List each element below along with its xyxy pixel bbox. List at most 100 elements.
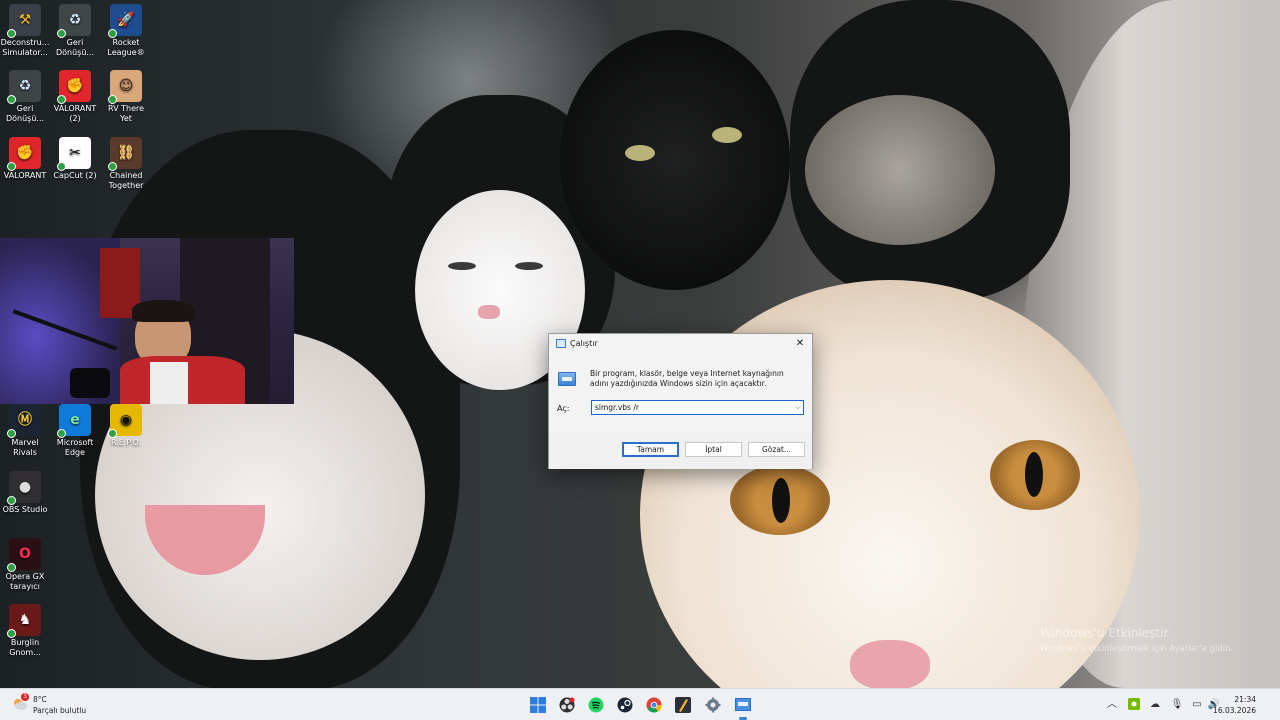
sync-status-icon [7,429,16,438]
weather-temperature: 8°C [33,695,47,704]
settings-icon [705,697,721,713]
clock-time: 21:34 [1234,695,1256,704]
sync-status-icon [7,29,16,38]
desktop-icon-label: RV There Yet [107,104,145,123]
start-button[interactable] [528,695,548,715]
activation-title: Windows'u Etkinleştir [1040,626,1169,640]
sync-status-icon [57,162,66,171]
desktop-icon-chained-together[interactable]: ⛓ Chained Together [101,137,151,191]
steam-icon [617,697,633,713]
desktop-icon-label: Burglin Gnom... [9,638,41,657]
capcut-icon: ✂ [57,137,91,171]
desktop-icon-label: Marvel Rivals [11,438,39,457]
desktop-icon-burglin-gnomes[interactable]: ♞ Burglin Gnom... [0,604,50,658]
ok-button[interactable]: Tamam [622,442,679,457]
marvel-rivals-icon: Ⓜ [7,404,41,438]
desktop-icon-label: VALORANT (2) [53,104,97,123]
run-dialog-title: Çalıştır [570,339,598,348]
network-icon[interactable]: ▭ [1190,698,1204,712]
desktop-icon-recycle-bin[interactable]: ♻ Geri Dönüşü... [50,4,100,58]
desktop-icon-label: Chained Together [108,171,144,190]
desktop-icon-deconstruction-simulator[interactable]: ⚒ Deconstru... Simulator... [0,4,50,58]
sync-status-icon [7,496,16,505]
opera-gx-icon: O [7,538,41,572]
recycle-bin-icon: ♻ [57,4,91,38]
taskbar-run-button[interactable] [733,695,753,720]
desktop-icon-label: VALORANT [3,171,47,180]
desktop-icon-valorant[interactable]: ✊ VALORANT [0,137,50,181]
valorant-icon: ✊ [57,70,91,104]
run-dialog-description: Bir program, klasör, belge veya Internet… [590,369,784,388]
deconstruction-simulator-icon: ⚒ [7,4,41,38]
burglin-gnomes-icon: ♞ [7,604,41,638]
recycle-bin-icon: ♻ [7,70,41,104]
taskbar-steam-button[interactable] [615,695,635,715]
desktop[interactable]: ⚒ Deconstru... Simulator... ♻ Geri Dönüşü..… [0,0,1280,688]
desktop-icon-capcut[interactable]: ✂ CapCut (2) [50,137,100,181]
desktop-icon-label: Geri Dönüşü... [55,38,95,57]
desktop-icon-rocket-league[interactable]: 🚀 Rocket League® [101,4,151,58]
cloud-icon[interactable]: ☁ [1148,698,1162,712]
desktop-icon-label: Opera GX tarayıcı [5,572,45,591]
sync-status-icon [108,429,117,438]
desktop-icon-marvel-rivals[interactable]: Ⓜ Marvel Rivals [0,404,50,458]
sync-status-icon [7,95,16,104]
sync-status-icon [57,95,66,104]
microphone-icon[interactable]: 🎙 [1170,698,1184,712]
taskbar-chrome-button[interactable] [644,695,664,715]
desktop-icon-valorant[interactable]: ✊ VALORANT (2) [50,70,100,124]
desktop-icon-label: R.E.P.O. [110,438,142,447]
run-dialog: Çalıştır ✕ Bir program, klasör, belge ve… [548,333,813,469]
deconstruction-simulator-icon [675,697,691,713]
sync-status-icon [108,95,117,104]
desktop-icon-obs[interactable]: ● OBS Studio [0,471,50,515]
run-command-input[interactable] [591,400,804,415]
activation-watermark: Windows'u Etkinleştir Windows'u etkinleş… [1040,626,1233,654]
desktop-icon-rv-there-yet[interactable]: ☺ RV There Yet [101,70,151,124]
taskbar: 3 8°C Parçalı bulutlu ︿ ☁ 🎙 ▭ 🔊 21:34 16… [0,688,1280,720]
desktop-icon-label: Geri Dönüşü... [5,104,45,123]
sync-status-icon [57,29,66,38]
obs-icon [559,697,575,713]
sync-status-icon [108,29,117,38]
rv-there-yet-icon: ☺ [108,70,142,104]
desktop-icon-label: OBS Studio [2,505,48,514]
desktop-icon-edge[interactable]: e Microsoft Edge [50,404,100,458]
desktop-icon-repo[interactable]: ◉ R.E.P.O. [101,404,151,448]
close-button[interactable]: ✕ [792,336,808,352]
desktop-icon-label: CapCut (2) [53,171,97,180]
chevron-up-icon[interactable]: ︿ [1105,698,1119,712]
webcam-overlay [0,238,294,404]
run-icon [556,339,566,348]
desktop-icon-recycle-bin[interactable]: ♻ Geri Dönüşü... [0,70,50,124]
chevron-down-icon[interactable]: ⌵ [793,401,803,414]
run-dialog-titlebar[interactable]: Çalıştır ✕ [549,334,812,354]
run-icon [735,698,751,711]
run-program-icon [558,372,576,386]
desktop-icon-label: Rocket League® [107,38,145,57]
taskbar-settings-button[interactable] [703,695,723,715]
taskbar-deconstruction-simulator-button[interactable] [673,695,693,715]
sync-status-icon [7,162,16,171]
rocket-league-icon: 🚀 [108,4,142,38]
browse-button[interactable]: Gözat... [748,442,805,457]
sync-status-icon [108,162,117,171]
sync-status-icon [7,563,16,572]
open-label: Aç: [557,404,570,413]
clock-date: 16.03.2026 [1213,706,1256,715]
chrome-icon [646,697,662,713]
weather-alert-badge: 3 [21,693,29,701]
sync-status-icon [57,429,66,438]
taskbar-obs-button[interactable] [557,695,577,715]
desktop-icon-label: Deconstru... Simulator... [0,38,50,57]
weather-description: Parçalı bulutlu [33,706,87,715]
sync-status-icon [7,629,16,638]
cancel-button[interactable]: İptal [685,442,742,457]
repo-icon: ◉ [108,404,142,438]
desktop-icon-opera-gx[interactable]: O Opera GX tarayıcı [0,538,50,592]
valorant-icon: ✊ [7,137,41,171]
clock[interactable]: 21:34 16.03.2026 [1213,694,1256,716]
taskbar-spotify-button[interactable] [586,695,606,715]
nvidia-icon[interactable] [1127,698,1141,712]
spotify-icon [588,697,604,713]
